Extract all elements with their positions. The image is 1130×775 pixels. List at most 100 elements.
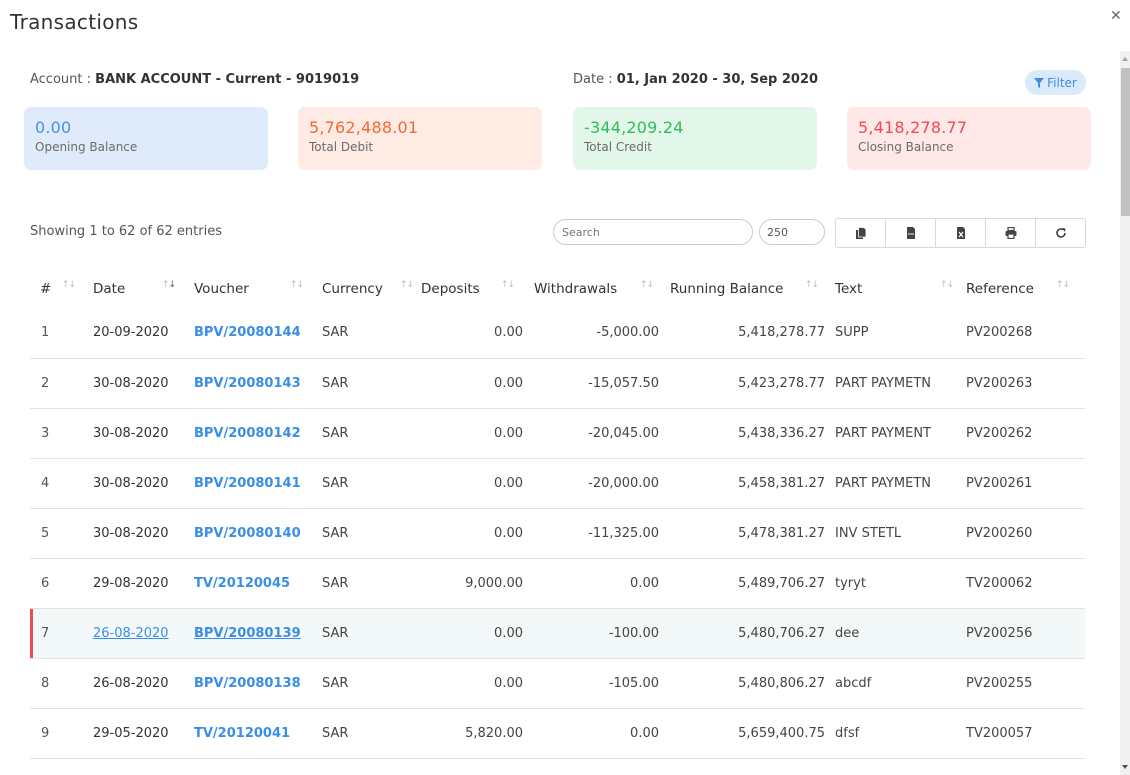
withdrawals-cell: 0.00: [523, 558, 659, 609]
running-balance-cell: 5,659,400.75: [659, 708, 825, 759]
text-cell: INV STETL: [825, 508, 956, 559]
table-row[interactable]: 4 30-08-2020 BPV/20080141 SAR 0.00 -20,000.00…: [30, 458, 1085, 509]
total-credit-label: Total Credit: [584, 140, 652, 154]
column-header-date[interactable]: Date ↑↓: [80, 270, 181, 308]
sort-icon[interactable]: ↑↓: [805, 280, 819, 290]
column-header-deposits[interactable]: Deposits ↑↓: [419, 270, 523, 308]
deposits-cell: 0.00: [419, 308, 523, 359]
date-cell: 30-08-2020: [80, 408, 181, 459]
date-label: Date :: [573, 72, 613, 87]
csv-button[interactable]: [886, 219, 936, 247]
deposits-cell: 0.00: [419, 608, 523, 659]
voucher-link[interactable]: BPV/20080140: [194, 526, 301, 541]
withdrawals-cell: -20,045.00: [523, 408, 659, 459]
refresh-button[interactable]: [1036, 219, 1085, 247]
voucher-link[interactable]: TV/20120045: [194, 576, 290, 591]
voucher-link[interactable]: BPV/20080141: [194, 476, 301, 491]
currency-cell: SAR: [309, 358, 419, 409]
opening-balance-value: 0.00: [35, 118, 72, 137]
voucher-cell: BPV/20080143: [181, 358, 309, 409]
voucher-cell: BPV/20080138: [181, 658, 309, 709]
row-index: 5: [30, 508, 80, 559]
search-input[interactable]: [553, 219, 753, 245]
column-header-index[interactable]: # ↑↓: [30, 270, 80, 308]
sort-icon[interactable]: ↑↓: [501, 280, 515, 290]
sort-icon[interactable]: ↑↓: [162, 280, 176, 290]
date-text: 20-09-2020: [93, 325, 169, 341]
reference-cell: TV200062: [956, 558, 1085, 609]
date-text: 30-08-2020: [93, 475, 169, 491]
row-index: 4: [30, 458, 80, 509]
close-icon[interactable]: ✕: [1110, 8, 1122, 24]
page-size-input[interactable]: [759, 219, 825, 245]
voucher-link[interactable]: BPV/20080144: [194, 325, 301, 340]
total-debit-value: 5,762,488.01: [309, 118, 419, 137]
reference-cell: PV200255: [956, 658, 1085, 709]
table-row[interactable]: 5 30-08-2020 BPV/20080140 SAR 0.00 -11,325.00…: [30, 508, 1085, 559]
scroll-up-arrow-icon[interactable]: [1122, 57, 1128, 61]
filter-button[interactable]: Filter: [1025, 70, 1086, 95]
text-cell: tyryt: [825, 558, 956, 609]
row-index: 1: [30, 308, 80, 359]
total-debit-card: 5,762,488.01 Total Debit: [298, 107, 542, 170]
sort-icon[interactable]: ↑↓: [1056, 280, 1070, 290]
currency-cell: SAR: [309, 658, 419, 709]
date-text: 29-08-2020: [93, 575, 169, 591]
reference-cell: PV200261: [956, 458, 1085, 509]
excel-button[interactable]: [936, 219, 986, 247]
withdrawals-cell: -15,057.50: [523, 358, 659, 409]
sort-icon[interactable]: ↑↓: [400, 280, 414, 290]
text-cell: PART PAYMENT: [825, 408, 956, 459]
currency-cell: SAR: [309, 608, 419, 659]
currency-cell: SAR: [309, 458, 419, 509]
text-cell: SUPP: [825, 308, 956, 359]
column-header-text[interactable]: Text ↑↓: [825, 270, 956, 308]
voucher-link[interactable]: BPV/20080139: [194, 626, 301, 641]
currency-cell: SAR: [309, 308, 419, 359]
date-link[interactable]: 26-08-2020: [93, 626, 169, 641]
sort-icon[interactable]: ↑↓: [640, 280, 654, 290]
deposits-cell: 0.00: [419, 408, 523, 459]
column-header-reference[interactable]: Reference ↑↓: [956, 270, 1085, 308]
scrollbar[interactable]: [1120, 51, 1130, 775]
scroll-down-arrow-icon[interactable]: [1122, 765, 1128, 769]
table-row[interactable]: 7 26-08-2020 BPV/20080139 SAR 0.00 -100.00 5,4…: [30, 608, 1085, 659]
date-cell: 26-08-2020: [80, 658, 181, 709]
account-value: BANK ACCOUNT - Current - 9019019: [95, 72, 360, 87]
deposits-cell: 0.00: [419, 458, 523, 509]
table-row[interactable]: 2 30-08-2020 BPV/20080143 SAR 0.00 -15,057.50…: [30, 358, 1085, 409]
row-index: 9: [30, 708, 80, 759]
voucher-link[interactable]: BPV/20080138: [194, 676, 301, 691]
scrollbar-thumb[interactable]: [1121, 68, 1130, 216]
column-header-currency[interactable]: Currency ↑↓: [309, 270, 419, 308]
reference-cell: PV200256: [956, 608, 1085, 659]
table-row[interactable]: 8 26-08-2020 BPV/20080138 SAR 0.00 -105.00 5,4…: [30, 658, 1085, 709]
sort-icon[interactable]: ↑↓: [62, 280, 76, 290]
copy-button[interactable]: [836, 219, 886, 247]
table-row[interactable]: 6 29-08-2020 TV/20120045 SAR 9,000.00 0.00 5,4…: [30, 558, 1085, 609]
withdrawals-cell: -5,000.00: [523, 308, 659, 359]
date-cell: 30-08-2020: [80, 458, 181, 509]
sort-icon[interactable]: ↑↓: [290, 280, 304, 290]
print-button[interactable]: [986, 219, 1036, 247]
voucher-cell: BPV/20080142: [181, 408, 309, 459]
voucher-cell: TV/20120041: [181, 708, 309, 759]
reference-cell: TV200057: [956, 708, 1085, 759]
voucher-link[interactable]: BPV/20080142: [194, 426, 301, 441]
entries-info: Showing 1 to 62 of 62 entries: [30, 224, 222, 239]
opening-balance-card: 0.00 Opening Balance: [24, 107, 268, 170]
table-row[interactable]: 3 30-08-2020 BPV/20080142 SAR 0.00 -20,045.00…: [30, 408, 1085, 459]
row-index: 6: [30, 558, 80, 609]
column-header-withdrawals[interactable]: Withdrawals ↑↓: [523, 270, 659, 308]
column-header-voucher[interactable]: Voucher ↑↓: [181, 270, 309, 308]
table-row[interactable]: 9 29-05-2020 TV/20120041 SAR 5,820.00 0.00 5,6…: [30, 708, 1085, 759]
text-cell: dfsf: [825, 708, 956, 759]
date-cell: 30-08-2020: [80, 358, 181, 409]
table-row[interactable]: 1 20-09-2020 BPV/20080144 SAR 0.00 -5,000.00 5…: [30, 308, 1085, 359]
voucher-link[interactable]: BPV/20080143: [194, 376, 301, 391]
filter-label: Filter: [1047, 75, 1077, 90]
date-cell: 29-08-2020: [80, 558, 181, 609]
voucher-link[interactable]: TV/20120041: [194, 726, 290, 741]
column-header-running-balance[interactable]: Running Balance ↑↓: [659, 270, 825, 308]
sort-icon[interactable]: ↑↓: [940, 280, 954, 290]
